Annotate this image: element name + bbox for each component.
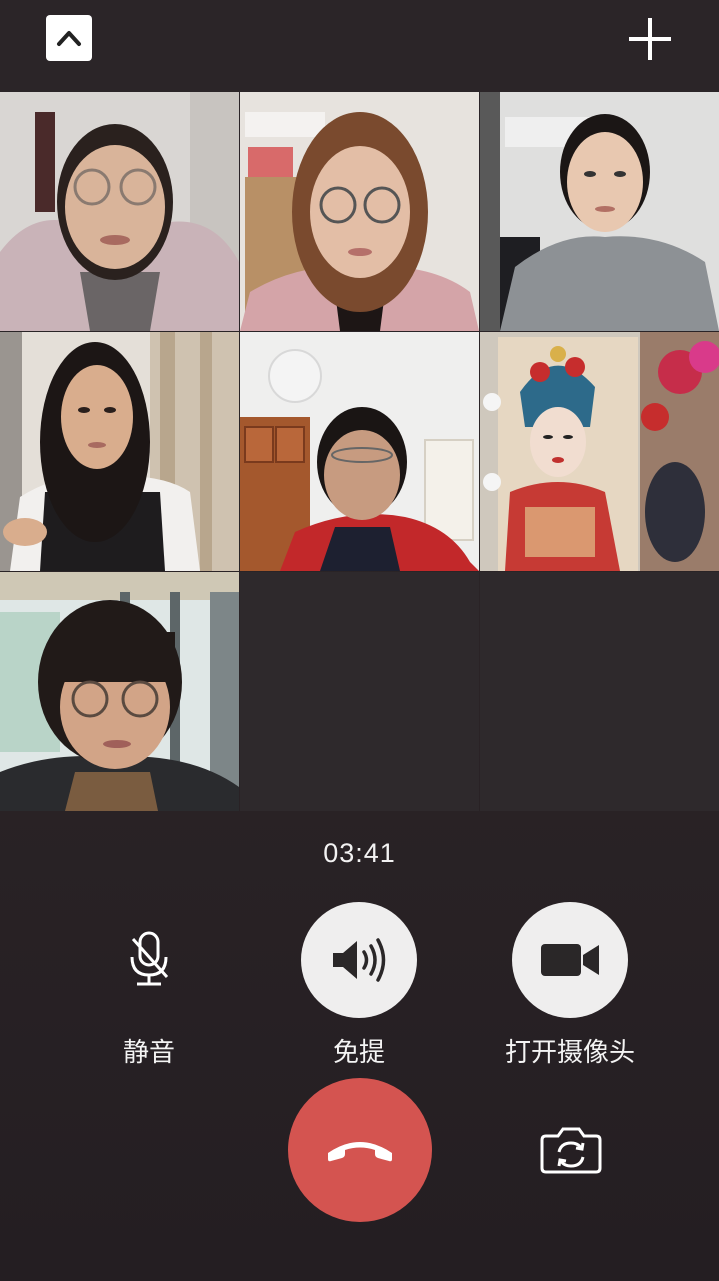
top-bar xyxy=(0,0,719,92)
camera-switch-icon xyxy=(540,1127,602,1174)
microphone-off-icon xyxy=(130,931,169,986)
mute-label: 静音 xyxy=(122,1038,175,1068)
plus-icon xyxy=(629,18,671,60)
camera-label: 打开摄像头 xyxy=(505,1038,636,1068)
hang-up-button[interactable] xyxy=(288,1078,432,1222)
participant-video-4[interactable] xyxy=(0,332,239,571)
phone-hangup-icon xyxy=(328,1142,392,1162)
participant-video-6[interactable] xyxy=(480,332,719,571)
video-grid xyxy=(0,92,719,812)
participant-video-2[interactable] xyxy=(240,92,479,331)
participant-video-7[interactable] xyxy=(0,572,239,811)
call-timer: 03:41 xyxy=(323,838,396,868)
participant-video-3[interactable] xyxy=(480,92,719,331)
speaker-button[interactable]: 免提 xyxy=(301,902,417,1069)
add-participant-button[interactable] xyxy=(622,14,678,64)
speaker-label: 免提 xyxy=(332,1038,385,1068)
empty-video-slot xyxy=(480,572,719,811)
chevron-up-icon xyxy=(57,31,81,46)
collapse-button[interactable] xyxy=(46,15,92,61)
open-camera-button[interactable]: 打开摄像头 xyxy=(505,902,635,1069)
empty-video-slot xyxy=(240,572,479,811)
switch-camera-button[interactable] xyxy=(538,1124,604,1176)
video-camera-icon xyxy=(541,944,599,976)
speaker-icon xyxy=(333,938,386,982)
participant-video-1[interactable] xyxy=(0,92,239,331)
participant-video-5[interactable] xyxy=(240,332,479,571)
mute-button[interactable]: 静音 xyxy=(91,902,207,1069)
